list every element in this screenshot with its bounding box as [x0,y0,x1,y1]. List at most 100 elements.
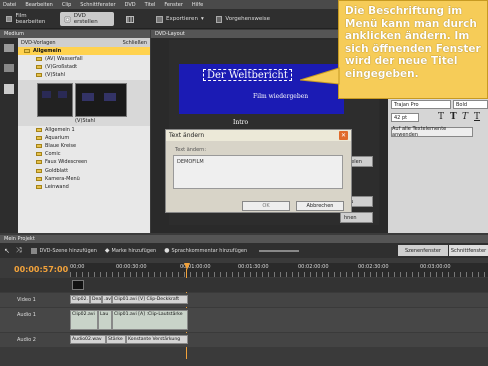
ruler-label: 00:02:00:00 [298,264,329,270]
film-edit-tab[interactable]: Film bearbeiten [2,12,58,26]
clip[interactable]: Audio02.wav [70,335,106,344]
dvd-icon [64,15,71,23]
clip[interactable]: Clip01.avi [V] Clip-Deckkraft [112,295,188,304]
cancel-button[interactable]: Abbrechen [296,201,344,211]
text-style-icon[interactable]: T [438,112,448,122]
menu-dvd[interactable]: DVD [125,2,136,8]
menu-item-intro[interactable]: Intro [233,119,248,126]
menu-clip[interactable]: Clip [62,2,71,8]
ok-button[interactable]: OK [242,201,290,211]
howto-button[interactable]: Vorgehensweise [212,12,274,26]
side-button-record[interactable]: hnen [340,212,373,223]
zoom-slider[interactable] [259,249,300,252]
film-icon [6,16,13,22]
template-folder[interactable]: Goldblatt [18,167,150,175]
scene-icon[interactable] [31,247,38,254]
dvd-create-tab[interactable]: DVD erstellen [60,12,114,26]
template-folder[interactable]: Allgemein 1 [18,126,150,134]
ruler-label: 00:01:00:00 [180,264,211,270]
menu-help[interactable]: Hilfe [192,2,203,8]
template-folder[interactable]: Leinwand [18,183,150,191]
template-folder[interactable]: Aquarium [18,134,150,142]
media-tool-icon[interactable] [4,64,14,72]
media-panel: Medium DVD-Vorlagen Schließen Allgemein … [0,30,150,233]
folder-icon [36,57,42,62]
clip[interactable]: Dea [90,295,102,304]
ruler-label: 00:01:30:00 [238,264,269,270]
clip[interactable]: Clip02. [70,295,90,304]
thumb-frame [42,90,51,98]
font-size-select[interactable]: 42 pt [391,113,419,122]
folder-icon [36,127,42,132]
menu-timeline[interactable]: Schnittfenster [80,2,115,8]
template-item[interactable]: (V)Großstadt [18,63,150,71]
font-style-select[interactable]: Bold [453,100,488,109]
export-button[interactable]: Exportieren ▾ [152,12,208,26]
folder-icon [24,49,30,53]
clip[interactable]: Stärke [106,335,126,344]
dialog-title: Text ändern [169,132,205,139]
close-icon[interactable]: ✕ [339,131,348,140]
menu-file[interactable]: Datei [3,2,16,8]
clip[interactable]: Konstante Verstärkung [126,335,188,344]
clip[interactable]: .avi [102,295,112,304]
grid-button[interactable] [122,12,142,26]
timeline-view-tab[interactable]: Schnittfenster [449,245,488,256]
apply-all-button[interactable]: Auf alle Textelemente anwenden [391,126,473,138]
text-underline-icon[interactable]: T [474,112,484,122]
instruction-callout: Die Beschriftung im Menü kann man durch … [338,0,488,99]
media-tool-icon[interactable] [4,44,14,52]
text-italic-icon[interactable]: T [462,112,472,122]
template-folder[interactable]: Kamera-Menü [18,175,150,183]
folder-icon [36,73,42,78]
clip[interactable]: Clip01.avi [A] :Clip-Lautstärke [112,310,188,330]
menu-edit[interactable]: Bearbeiten [25,2,52,8]
cursor-icon[interactable]: ↖ [4,247,10,255]
preview-thumb [37,82,73,117]
track-markers [0,278,488,292]
clip[interactable]: Lau [98,310,112,330]
template-folder[interactable]: Blaue Kreise [18,142,150,150]
template-folder[interactable]: Comic [18,150,150,158]
ruler-ticks [70,272,488,277]
preview-thumb [75,82,127,117]
template-item[interactable]: (V)Stahl [18,71,150,79]
ruler-label: 00;00 [70,264,85,270]
grid-icon [126,15,134,23]
folder-icon [36,176,42,181]
text-bold-icon[interactable]: T [450,112,460,122]
template-folder[interactable]: Faux Widescreen [18,158,150,166]
folder-icon [36,144,42,149]
scene-view-tab[interactable]: Szenenfenster [398,245,448,256]
menu-title-text[interactable]: Der Weltbericht [203,69,292,81]
clip[interactable]: Clip02.avi [70,310,98,330]
dialog-label: Text ändern: [175,147,207,153]
template-item[interactable]: (AV) Wasserfall [18,55,150,63]
media-tool-icon[interactable] [4,84,14,94]
folder-icon [36,184,42,189]
add-marker-button[interactable]: Marke hinzufügen [112,248,157,254]
microphone-icon[interactable]: ● [164,247,169,254]
ruler-label: 00:00:30:00 [116,264,147,270]
group-allgemein[interactable]: Allgemein [18,47,150,55]
media-panel-header: Medium [0,30,150,38]
add-scene-button[interactable]: DVD-Szene hinzufügen [39,248,96,254]
folder-icon [36,152,42,157]
audio1-track: Audio 1 Clip02.avi Lau Clip01.avi [A] :C… [0,308,488,332]
timecode-display[interactable]: 00:00:57:00 [14,265,68,274]
template-preview[interactable]: (V)Stahl [18,79,150,126]
text-input[interactable]: DEMOFILM [173,155,343,189]
timeline-ruler[interactable]: 00;00 00:00:30:00 00:01:00:00 00:01:30:0… [70,263,488,277]
video1-track: Video 1 Clip02. Dea .avi Clip01.avi [V] … [0,293,488,307]
marker-icon[interactable]: ◆ [105,247,110,254]
menu-title[interactable]: Titel [145,2,156,8]
templates-header: DVD-Vorlagen Schließen [18,38,150,47]
menu-window[interactable]: Fenster [164,2,183,8]
font-family-select[interactable]: Trajan Pro [391,100,451,109]
dvd-templates-list: DVD-Vorlagen Schließen Allgemein (AV) Wa… [18,38,150,233]
add-narration-button[interactable]: Sprachkommentar hinzufügen [171,248,247,254]
menu-item-play[interactable]: Film wiedergeben [253,93,308,100]
track-label-audio2: Audio 2 [17,337,36,343]
close-templates-link[interactable]: Schließen [123,40,147,46]
scissors-icon[interactable]: ⤨ [16,246,22,255]
